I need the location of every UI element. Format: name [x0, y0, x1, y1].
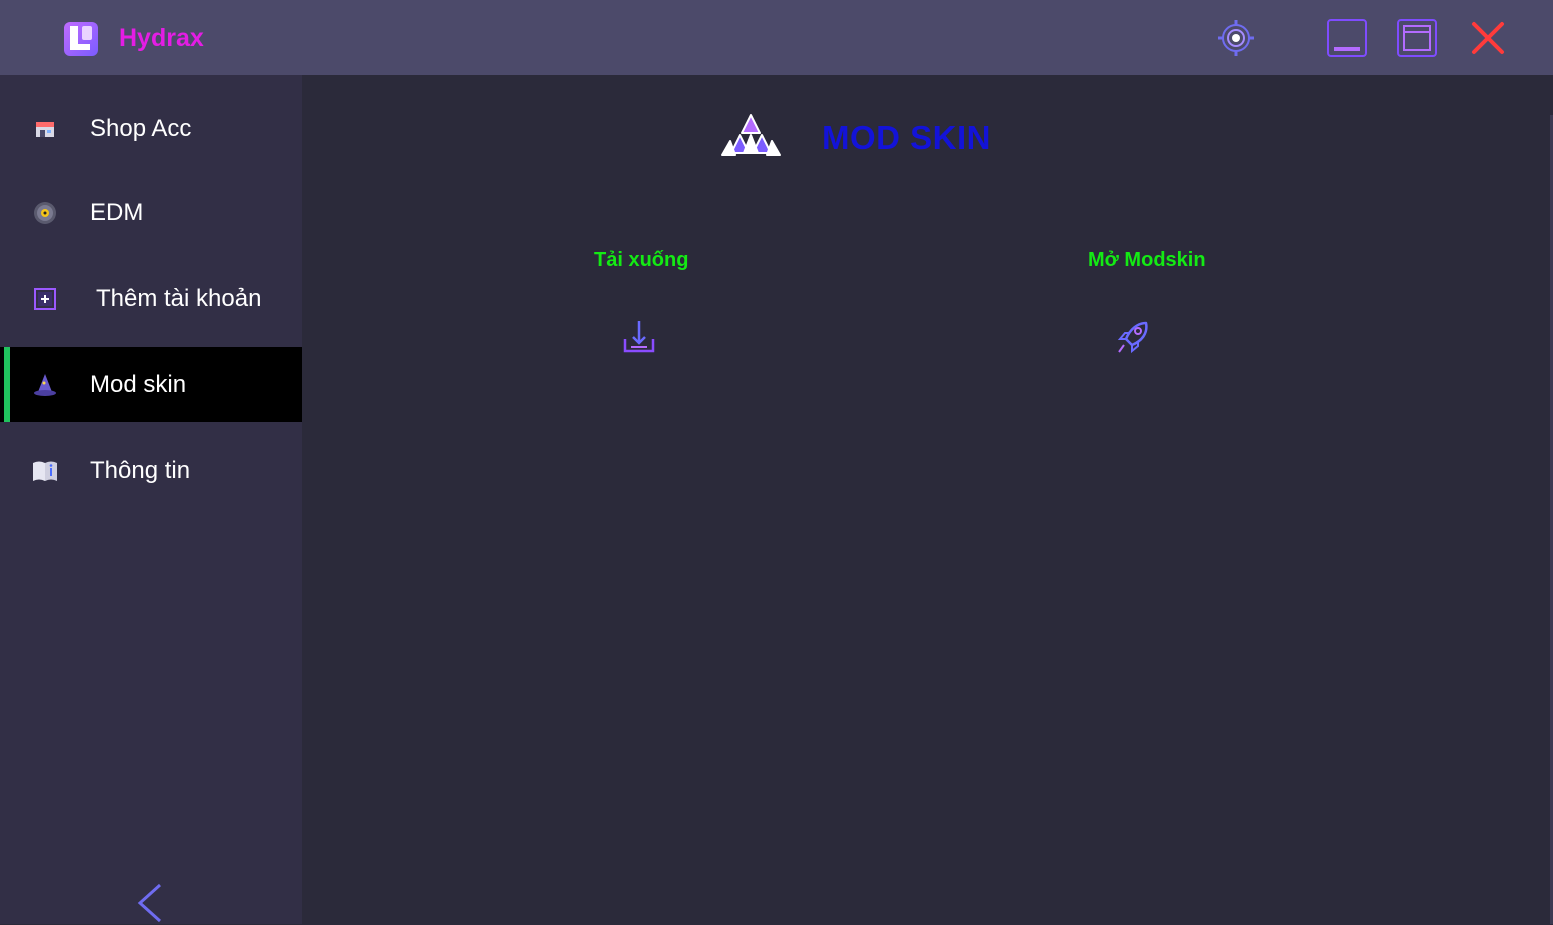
minimize-button[interactable] — [1325, 16, 1369, 60]
add-account-icon — [34, 288, 56, 310]
app-title: Hydrax — [119, 24, 204, 52]
sidebar-item-label: EDM — [90, 199, 144, 226]
info-book-icon — [33, 461, 57, 481]
active-indicator — [4, 347, 10, 422]
wizard-hat-icon — [34, 374, 56, 396]
triangles-icon — [721, 114, 781, 156]
download-label: Tải xuống — [594, 249, 689, 271]
sidebar-item-label: Shop Acc — [90, 115, 192, 142]
minimize-icon — [1327, 19, 1367, 57]
gear-icon — [1218, 20, 1254, 56]
settings-button[interactable] — [1214, 16, 1258, 60]
close-button[interactable] — [1466, 16, 1510, 60]
download-icon[interactable] — [621, 319, 657, 355]
sidebar-item-edm[interactable]: EDM — [0, 175, 302, 250]
maximize-button[interactable] — [1395, 16, 1439, 60]
sidebar-item-label: Thêm tài khoản — [96, 285, 262, 312]
maximize-icon — [1397, 19, 1437, 57]
sidebar-item-add-account[interactable]: Thêm tài khoản — [0, 261, 302, 336]
main-content: MOD SKIN Tải xuống Mở Modskin — [302, 75, 1553, 924]
close-icon — [1472, 22, 1504, 54]
sidebar-item-label: Thông tin — [90, 457, 191, 484]
chevron-left-icon[interactable] — [132, 881, 168, 925]
sidebar: Shop Acc EDM Thêm tài khoản Mod skin Thô… — [0, 75, 302, 924]
sidebar-item-mod-skin[interactable]: Mod skin — [0, 347, 302, 422]
sidebar-item-info[interactable]: Thông tin — [0, 433, 302, 508]
app-logo-icon — [64, 22, 98, 56]
title-bar: Hydrax — [0, 0, 1553, 75]
shop-icon — [36, 122, 54, 137]
rocket-icon[interactable] — [1116, 319, 1152, 355]
music-disc-icon — [34, 202, 56, 224]
sidebar-item-shop-acc[interactable]: Shop Acc — [0, 91, 302, 166]
open-modskin-label: Mở Modskin — [1088, 249, 1206, 271]
page-title: MOD SKIN — [822, 119, 991, 156]
sidebar-item-label: Mod skin — [90, 371, 187, 398]
